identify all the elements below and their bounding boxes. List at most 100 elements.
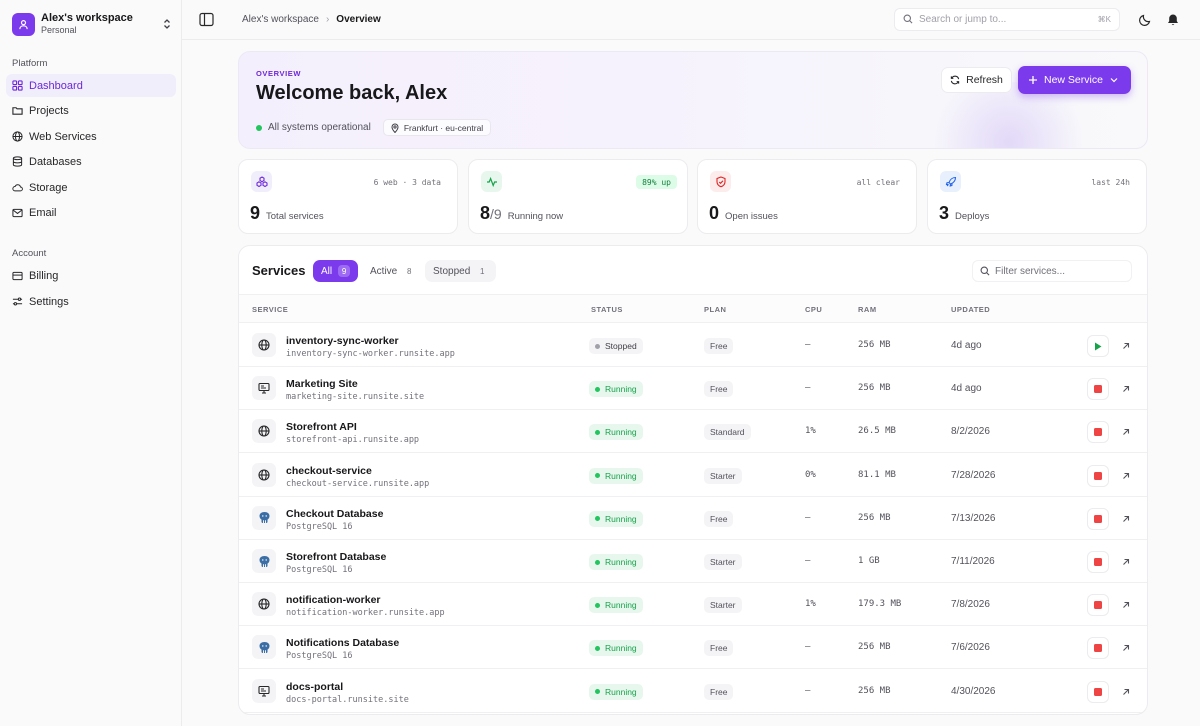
service-name[interactable]: Marketing Site <box>286 378 358 390</box>
sidebar-item-projects[interactable]: Projects <box>6 99 176 122</box>
open-service-button[interactable] <box>1115 681 1137 703</box>
status-text: Running <box>605 427 637 438</box>
tab-stopped[interactable]: Stopped 1 <box>425 260 497 282</box>
sidebar-item-label: Storage <box>29 181 68 194</box>
updated-value: 7/13/2026 <box>951 512 996 524</box>
service-name[interactable]: Notifications Database <box>286 637 399 649</box>
plan-badge: Starter <box>704 467 742 484</box>
stop-service-button[interactable] <box>1087 637 1109 660</box>
plan-badge: Free <box>704 381 734 398</box>
sidebar-item-dashboard[interactable]: Dashboard <box>6 74 176 97</box>
open-service-button[interactable] <box>1115 421 1137 443</box>
sidebar-toggle-icon[interactable] <box>199 12 214 27</box>
open-service-button[interactable] <box>1115 508 1137 530</box>
table-row[interactable]: Storefront Database PostgreSQL 16 Running S… <box>239 540 1147 583</box>
sliders-icon <box>12 296 23 307</box>
sidebar-item-email[interactable]: Email <box>6 201 176 224</box>
status-text: Stopped <box>605 341 637 351</box>
table-row[interactable]: Checkout Database PostgreSQL 16 Running Fre… <box>239 497 1147 540</box>
stop-icon <box>1094 558 1102 566</box>
sidebar-item-storage[interactable]: Storage <box>6 176 176 199</box>
ram-value: 26.5 MB <box>858 426 896 437</box>
tab-all[interactable]: All 9 <box>313 260 359 282</box>
stat-value: 8 <box>480 203 491 223</box>
status-badge: Running <box>589 510 643 527</box>
open-service-button[interactable] <box>1115 637 1137 659</box>
sidebar-item-databases[interactable]: Databases <box>6 150 176 173</box>
breadcrumb-workspace[interactable]: Alex's workspace <box>242 14 319 25</box>
tab-active[interactable]: Active 8 <box>362 260 423 282</box>
open-service-button[interactable] <box>1115 594 1137 616</box>
service-name[interactable]: checkout-service <box>286 465 372 477</box>
services-title: Services <box>252 263 306 278</box>
chevron-up-down-icon <box>162 17 172 31</box>
stat-label: Running now <box>507 211 564 222</box>
cpu-value: — <box>805 340 811 350</box>
status-badge: Stopped <box>589 338 643 354</box>
tab-count: 9 <box>338 265 351 277</box>
ram-value: 256 MB <box>858 512 891 523</box>
arrow-up-right-icon <box>1122 688 1130 696</box>
table-row[interactable]: inventory-sync-worker inventory-sync-work… <box>239 324 1147 367</box>
sidebar-item-web-services[interactable]: Web Services <box>6 125 176 148</box>
service-name[interactable]: Storefront Database <box>286 551 386 563</box>
arrow-up-right-icon <box>1122 558 1130 566</box>
stop-icon <box>1094 428 1102 437</box>
search-input[interactable] <box>919 14 1089 25</box>
stop-service-button[interactable] <box>1087 680 1109 703</box>
filter-box[interactable] <box>972 260 1132 282</box>
stop-service-button[interactable] <box>1087 464 1109 487</box>
status-text: Running <box>605 513 637 524</box>
globe-icon <box>12 131 23 142</box>
sidebar-item-settings[interactable]: Settings <box>6 290 176 313</box>
service-name[interactable]: Storefront API <box>286 421 357 433</box>
status-dot-icon <box>595 386 600 392</box>
sidebar-item-label: Dashboard <box>29 79 83 92</box>
mail-icon <box>12 207 23 218</box>
monitor-icon <box>252 376 276 401</box>
open-service-button[interactable] <box>1115 465 1137 487</box>
workspace-switcher[interactable]: Alex's workspace Personal <box>12 12 172 36</box>
updated-value: 7/11/2026 <box>951 556 995 567</box>
stat-label: Deploys <box>955 211 990 222</box>
service-name[interactable]: notification-worker <box>286 594 381 606</box>
open-service-button[interactable] <box>1115 378 1137 400</box>
service-subtitle: marketing-site.runsite.site <box>286 392 425 403</box>
stop-service-button[interactable] <box>1087 551 1109 573</box>
open-service-button[interactable] <box>1115 551 1137 573</box>
open-service-button[interactable] <box>1115 335 1137 357</box>
cpu-value: — <box>805 512 811 523</box>
stop-service-button[interactable] <box>1087 421 1109 444</box>
plan-badge: Free <box>704 510 734 527</box>
arrow-up-right-icon <box>1122 428 1130 436</box>
arrow-up-right-icon <box>1122 644 1130 652</box>
stop-service-button[interactable] <box>1087 507 1109 530</box>
search-shortcut: ⌘K <box>1097 15 1111 24</box>
updated-value: 4/30/2026 <box>951 685 996 697</box>
search-box[interactable]: ⌘K <box>894 8 1120 31</box>
sidebar-item-billing[interactable]: Billing <box>6 264 176 287</box>
service-name[interactable]: Checkout Database <box>286 508 383 520</box>
bell-icon[interactable] <box>1166 13 1180 27</box>
column-service: SERVICE <box>252 305 289 314</box>
table-row[interactable]: Notifications Database PostgreSQL 16 Runni… <box>239 626 1147 670</box>
stop-service-button[interactable] <box>1087 594 1109 617</box>
moon-icon[interactable] <box>1138 13 1152 27</box>
table-row[interactable]: checkout-service checkout-service.runsite… <box>239 454 1147 497</box>
table-row[interactable]: notification-worker notification-worker.r… <box>239 583 1147 627</box>
stop-service-button[interactable] <box>1087 378 1109 401</box>
refresh-button[interactable]: Refresh <box>941 67 1012 93</box>
service-name[interactable]: docs-portal <box>286 681 343 693</box>
status-badge: Running <box>589 597 643 614</box>
start-service-button[interactable] <box>1087 335 1109 357</box>
table-row[interactable]: Storefront API storefront-api.runsite.app… <box>239 410 1147 454</box>
table-row[interactable]: docs-portal docs-portal.runsite.site Runni… <box>239 670 1147 713</box>
new-service-button[interactable]: New Service <box>1018 66 1131 94</box>
filter-input[interactable] <box>995 265 1125 277</box>
column-cpu: CPU <box>805 305 823 314</box>
ram-value: 256 MB <box>858 685 891 696</box>
new-service-label: New Service <box>1044 74 1103 86</box>
stop-icon <box>1094 471 1102 480</box>
service-name[interactable]: inventory-sync-worker <box>286 335 399 347</box>
table-row[interactable]: Marketing Site marketing-site.runsite.sit… <box>239 367 1147 411</box>
